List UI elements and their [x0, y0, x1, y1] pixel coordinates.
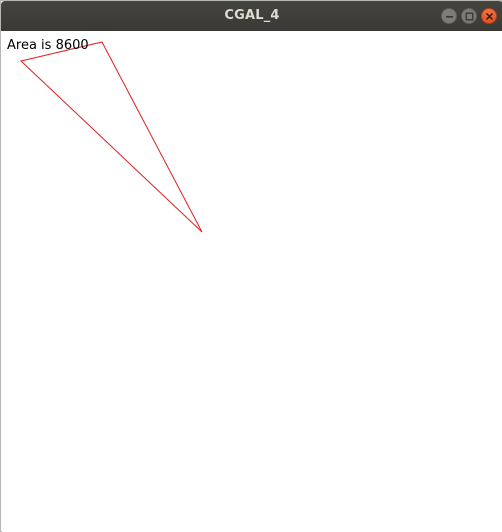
minimize-button[interactable]: [441, 8, 457, 24]
maximize-button[interactable]: [461, 8, 477, 24]
app-window: CGAL_4 Area is 8600: [0, 0, 502, 532]
canvas-scene: [19, 41, 203, 233]
drawing-canvas[interactable]: Area is 8600: [2, 31, 502, 532]
title-bar[interactable]: CGAL_4: [1, 1, 502, 31]
close-icon: [485, 12, 494, 21]
area-label: Area is 8600: [7, 38, 89, 53]
close-button[interactable]: [481, 8, 497, 24]
triangle-shape: [19, 41, 203, 233]
maximize-icon: [465, 12, 474, 21]
window-title: CGAL_4: [224, 8, 280, 23]
minimize-icon: [446, 16, 453, 18]
